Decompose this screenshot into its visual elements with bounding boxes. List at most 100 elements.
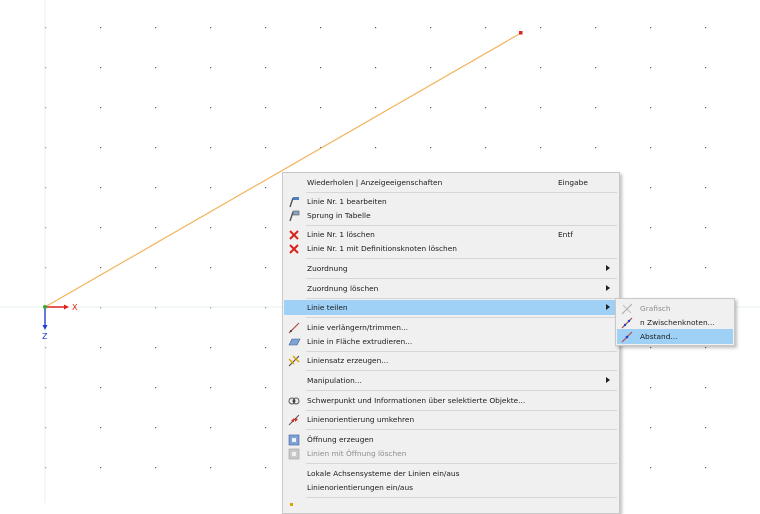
grid-point: [485, 67, 487, 69]
grid-point: [375, 67, 377, 69]
grid-point: [155, 107, 157, 109]
grid-point: [430, 67, 432, 69]
menu-separator: [306, 298, 617, 299]
opening-delete-icon: [287, 447, 301, 460]
menu-item-extrude[interactable]: Linie in Fläche extrudieren...: [284, 334, 618, 349]
grid-point: [650, 387, 652, 389]
menu-item-centroid-info[interactable]: Schwerpunkt und Informationen über selek…: [284, 393, 618, 408]
submenu-item-graphical[interactable]: Grafisch: [617, 301, 733, 316]
grid-point: [265, 67, 267, 69]
menu-separator: [306, 351, 617, 352]
grid-point: [210, 27, 212, 29]
grid-point: [595, 107, 597, 109]
menu-separator: [306, 410, 617, 411]
grid-point: [650, 227, 652, 229]
x-axis-label: X: [72, 303, 78, 312]
x-axis-arrowhead: [64, 304, 69, 310]
menu-item-edit-line[interactable]: Linie Nr. 1 bearbeiten: [284, 194, 618, 209]
menu-item-extend-trim[interactable]: Linie verlängern/trimmen...: [284, 320, 618, 335]
menu-separator: [306, 429, 617, 430]
grid-point: [375, 147, 377, 149]
menu-item-local-axes[interactable]: Lokale Achsensysteme der Linien ein/aus: [284, 466, 618, 481]
grid-point: [155, 27, 157, 29]
grid-point: [430, 27, 432, 29]
line-end-node[interactable]: [519, 31, 523, 35]
grid-point: [650, 267, 652, 269]
grid-point: [210, 107, 212, 109]
distance-divide-icon: [620, 330, 634, 343]
submenu-item-n-nodes[interactable]: n Zwischenknoten...: [617, 315, 733, 330]
grid-point: [705, 387, 707, 389]
menu-item-jump-table[interactable]: Sprung in Tabelle: [284, 208, 618, 223]
grid-point: [320, 67, 322, 69]
menu-item-repeat[interactable]: Wiederholen | Anzeigeeigenschaften Einga…: [284, 175, 618, 190]
menu-item-delete-line[interactable]: Linie Nr. 1 löschen Entf: [284, 227, 618, 242]
grid-point: [100, 67, 102, 69]
grid-point: [155, 427, 157, 429]
delete-icon: [287, 228, 301, 241]
grid-point: [155, 187, 157, 189]
divide-line-submenu: Grafisch n Zwischenknoten... Abstand...: [615, 298, 735, 346]
origin-node[interactable]: [43, 305, 47, 309]
grid-point: [650, 347, 652, 349]
submenu-arrow-icon: [606, 265, 610, 271]
grid-point: [540, 147, 542, 149]
grid-point: [155, 67, 157, 69]
grid-point: [100, 27, 102, 29]
grid-point: [705, 187, 707, 189]
submenu-arrow-icon: [606, 377, 610, 383]
partial-item-icon: [287, 500, 301, 513]
grid-point: [705, 427, 707, 429]
grid-point: [155, 467, 157, 469]
grid-point: [210, 67, 212, 69]
grid-point: [155, 347, 157, 349]
grid-point: [705, 227, 707, 229]
grid-point: [705, 67, 707, 69]
menu-separator: [306, 192, 617, 193]
grid-point: [705, 347, 707, 349]
menu-item-reverse-orientation[interactable]: Linienorientierung umkehren: [284, 412, 618, 427]
grid-point: [595, 147, 597, 149]
context-menu: Wiederholen | Anzeigeeigenschaften Einga…: [282, 172, 620, 514]
grid-point: [540, 67, 542, 69]
grid-point: [265, 427, 267, 429]
submenu-arrow-icon: [606, 285, 610, 291]
grid-point: [265, 187, 267, 189]
grid-point: [650, 427, 652, 429]
grid-point: [265, 387, 267, 389]
menu-item-partial[interactable]: [284, 499, 618, 514]
grid-point: [210, 267, 212, 269]
grid-point: [650, 27, 652, 29]
grid-point: [155, 387, 157, 389]
delete-icon: [287, 242, 301, 255]
grid-point: [650, 187, 652, 189]
grid-point: [540, 107, 542, 109]
grid-point: [650, 147, 652, 149]
grid-point: [540, 27, 542, 29]
menu-item-orientations[interactable]: Linienorientierungen ein/aus: [284, 480, 618, 495]
z-axis-label: Z: [42, 332, 48, 341]
menu-item-create-opening[interactable]: Öffnung erzeugen: [284, 432, 618, 447]
grid-point: [265, 347, 267, 349]
menu-item-divide-line[interactable]: Linie teilen: [284, 300, 618, 315]
menu-item-delete-with-nodes[interactable]: Linie Nr. 1 mit Definitionsknoten lösche…: [284, 241, 618, 256]
grid-point: [155, 227, 157, 229]
grid-point: [650, 107, 652, 109]
grid-point: [485, 147, 487, 149]
menu-separator: [306, 370, 617, 371]
menu-item-delete-opening[interactable]: Linien mit Öffnung löschen: [284, 446, 618, 461]
grid-point: [210, 387, 212, 389]
menu-separator: [306, 278, 617, 279]
submenu-item-distance[interactable]: Abstand...: [617, 329, 733, 344]
grid-point: [210, 147, 212, 149]
grid-point: [265, 27, 267, 29]
grid-point: [210, 427, 212, 429]
n-nodes-icon: [620, 316, 634, 329]
menu-separator: [306, 317, 617, 318]
menu-item-manipulation[interactable]: Manipulation...: [284, 373, 618, 388]
menu-item-assignment[interactable]: Zuordnung: [284, 261, 618, 276]
menu-item-line-set[interactable]: Liniensatz erzeugen...: [284, 353, 618, 368]
grid-point: [705, 107, 707, 109]
grid-point: [100, 347, 102, 349]
menu-item-delete-assignment[interactable]: Zuordnung löschen: [284, 281, 618, 296]
